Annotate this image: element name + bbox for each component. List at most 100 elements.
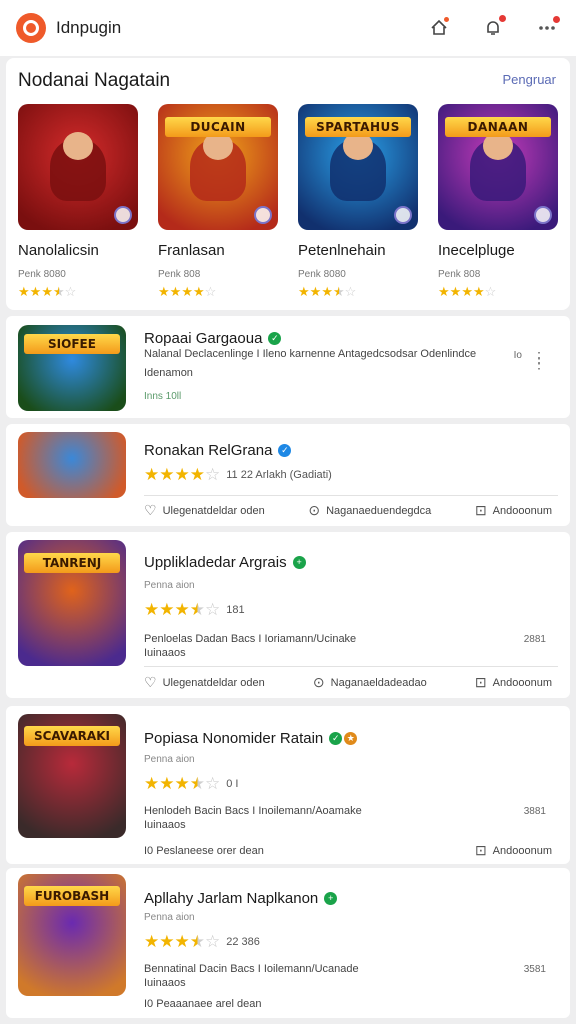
- more-icon[interactable]: [534, 15, 560, 41]
- verified-icon: ✓: [278, 444, 292, 457]
- app-description: Penloelas Dadan Bacs I Ioriamann/Ucinake: [144, 633, 357, 645]
- share-button[interactable]: ⊙ Naganaeldadeadao: [313, 674, 427, 691]
- download-button[interactable]: ⊡ Andooonum: [475, 674, 552, 691]
- rating-text: 11 22 Arlakh (Gadiati): [226, 469, 332, 481]
- count-label: 3581: [523, 964, 546, 975]
- app-title: Ropaai Gargaoua: [144, 330, 263, 347]
- rating-stars: ★★★★☆: [144, 774, 221, 793]
- app-meta: Penk 8080: [298, 269, 346, 280]
- app-thumbnail[interactable]: FUROBASH: [18, 874, 126, 996]
- badge-icon: [114, 206, 132, 224]
- app-meta: Penk 808: [158, 269, 201, 280]
- verified-icon: ✓: [329, 732, 343, 745]
- list-item[interactable]: FUROBASH Apllahy Jarlam Naplkanon + Penn…: [6, 868, 570, 1018]
- count-label: 3881: [523, 806, 546, 817]
- app-logo[interactable]: [16, 13, 46, 43]
- list-item[interactable]: SCAVARAKI Popiasa Nonomider Ratain ✓ ★ P…: [6, 706, 570, 864]
- rating-stars: ★★★★☆: [438, 284, 497, 299]
- thumbnail-banner: DUCAIN: [165, 116, 271, 137]
- rating-text: 22 386: [226, 936, 260, 948]
- app-meta: Penk 808: [438, 269, 481, 280]
- app-description-line2: Iuinaaos: [144, 647, 186, 659]
- featured-app[interactable]: SPARTAHUS Petenlnehain Penk 8080 ★★★★☆: [298, 104, 422, 300]
- app-name: Petenlnehain: [298, 242, 386, 259]
- thumbnail-banner: SPARTAHUS: [305, 116, 411, 137]
- list-item[interactable]: TANRENJ Upplikladedar Argrais + Penna ai…: [6, 532, 570, 698]
- app-thumbnail[interactable]: DANAAN: [438, 104, 558, 230]
- home-icon[interactable]: [426, 15, 452, 41]
- app-description: Bennatinal Dacin Bacs I Ioilemann/Ucanad…: [144, 963, 359, 975]
- app-thumbnail[interactable]: TANRENJ: [18, 540, 126, 666]
- app-meta: Penna aion: [144, 912, 195, 923]
- rating-stars: ★★★★☆: [298, 284, 357, 299]
- app-meta: Penna aion: [144, 754, 195, 765]
- app-thumbnail[interactable]: DUCAIN: [158, 104, 278, 230]
- count-label: Io: [513, 350, 522, 361]
- app-description-line2: Idenamon: [144, 367, 193, 379]
- section-link[interactable]: Pengruar: [503, 72, 556, 87]
- like-button[interactable]: ♡ Ulegenatdeldar oden: [144, 674, 265, 691]
- app-thumbnail[interactable]: SPARTAHUS: [298, 104, 418, 230]
- award-icon: ★: [344, 732, 358, 745]
- app-name: Inecelpluge: [438, 242, 515, 259]
- more-options-icon[interactable]: ⋮ ⋮: [532, 350, 546, 370]
- badge-icon: [254, 206, 272, 224]
- thumbnail-banner: SIOFEE: [24, 333, 120, 354]
- thumbnail-banner: SCAVARAKI: [24, 726, 120, 747]
- app-title: Popiasa Nonomider Ratain: [144, 730, 324, 747]
- featured-app[interactable]: DANAAN Inecelpluge Penk 808 ★★★★☆: [438, 104, 562, 300]
- divider: [144, 666, 558, 667]
- report-link[interactable]: I0 Peaaanaee arel dean: [144, 998, 261, 1010]
- app-thumbnail[interactable]: SCAVARAKI: [18, 714, 126, 838]
- download-icon: ⊡: [474, 842, 487, 858]
- app-name: Franlasan: [158, 242, 225, 259]
- app-thumbnail[interactable]: [18, 432, 126, 498]
- divider: [144, 495, 558, 496]
- badge-icon: [394, 206, 412, 224]
- app-meta: Penk 8080: [18, 269, 66, 280]
- verified-icon: ✓: [268, 332, 282, 345]
- rating-stars: ★★★★☆: [158, 284, 217, 299]
- app-thumbnail[interactable]: SIOFEE: [18, 325, 126, 411]
- top-app-bar: Idnpugin: [0, 0, 576, 56]
- thumbnail-banner: TANRENJ: [24, 552, 120, 573]
- badge-icon: [534, 206, 552, 224]
- featured-app[interactable]: Nanolalicsin Penk 8080 ★★★★☆: [18, 104, 142, 300]
- featured-section: Nodanai Nagatain Pengruar Nanolalicsin Pe…: [6, 58, 570, 310]
- download-icon: ⊡: [474, 674, 487, 690]
- verified-icon: +: [292, 556, 306, 569]
- download-icon: ⊡: [474, 502, 487, 518]
- app-description-line2: Iuinaaos: [144, 819, 186, 831]
- app-thumbnail[interactable]: [18, 104, 138, 230]
- download-button[interactable]: ⊡ Andooonum: [475, 842, 552, 859]
- list-item[interactable]: Ronakan RelGrana ✓ ★★★★☆ 11 22 Arlakh (G…: [6, 424, 570, 526]
- app-description: Henlodeh Bacin Bacs I Inoilemann/Aoamake: [144, 805, 362, 817]
- download-button[interactable]: ⊡ Andooonum: [475, 502, 552, 519]
- list-item[interactable]: SIOFEE Ropaai Gargaoua ✓ Nalanal Declace…: [6, 316, 570, 418]
- app-title: Apllahy Jarlam Naplkanon: [144, 890, 319, 907]
- section-title: Nodanai Nagatain: [18, 70, 171, 91]
- app-meta: Penna aion: [144, 580, 195, 591]
- thumbnail-banner: DANAAN: [445, 116, 551, 137]
- notification-icon[interactable]: [480, 15, 506, 41]
- like-button[interactable]: ♡ Ulegenatdeldar oden: [144, 502, 265, 519]
- app-title: Upplikladedar Argrais: [144, 554, 287, 571]
- count-label: 2881: [523, 634, 546, 645]
- share-button[interactable]: ⊙ Naganaeduendegdca: [308, 502, 431, 519]
- share-icon: ⊙: [308, 502, 321, 518]
- heart-icon: ♡: [144, 502, 157, 518]
- featured-app[interactable]: DUCAIN Franlasan Penk 808 ★★★★☆: [158, 104, 282, 300]
- app-description: Nalanal Declacenlinge I Ileno karnenne A…: [144, 348, 477, 360]
- verified-icon: +: [324, 892, 338, 905]
- rating-stars: ★★★★☆: [144, 600, 221, 619]
- rating-text: 181: [226, 604, 245, 616]
- rating-stars: ★★★★☆: [144, 932, 221, 951]
- rating-stars: ★★★★☆: [144, 465, 221, 484]
- report-link[interactable]: I0 Peslaneese orer dean: [144, 845, 264, 857]
- share-icon: ⊙: [312, 674, 325, 690]
- app-title: Idnpugin: [56, 18, 122, 37]
- app-title: Ronakan RelGrana: [144, 442, 273, 459]
- heart-icon: ♡: [144, 674, 157, 690]
- app-description-line2: Iuinaaos: [144, 977, 186, 989]
- rating-stars: ★★★★☆: [18, 284, 77, 299]
